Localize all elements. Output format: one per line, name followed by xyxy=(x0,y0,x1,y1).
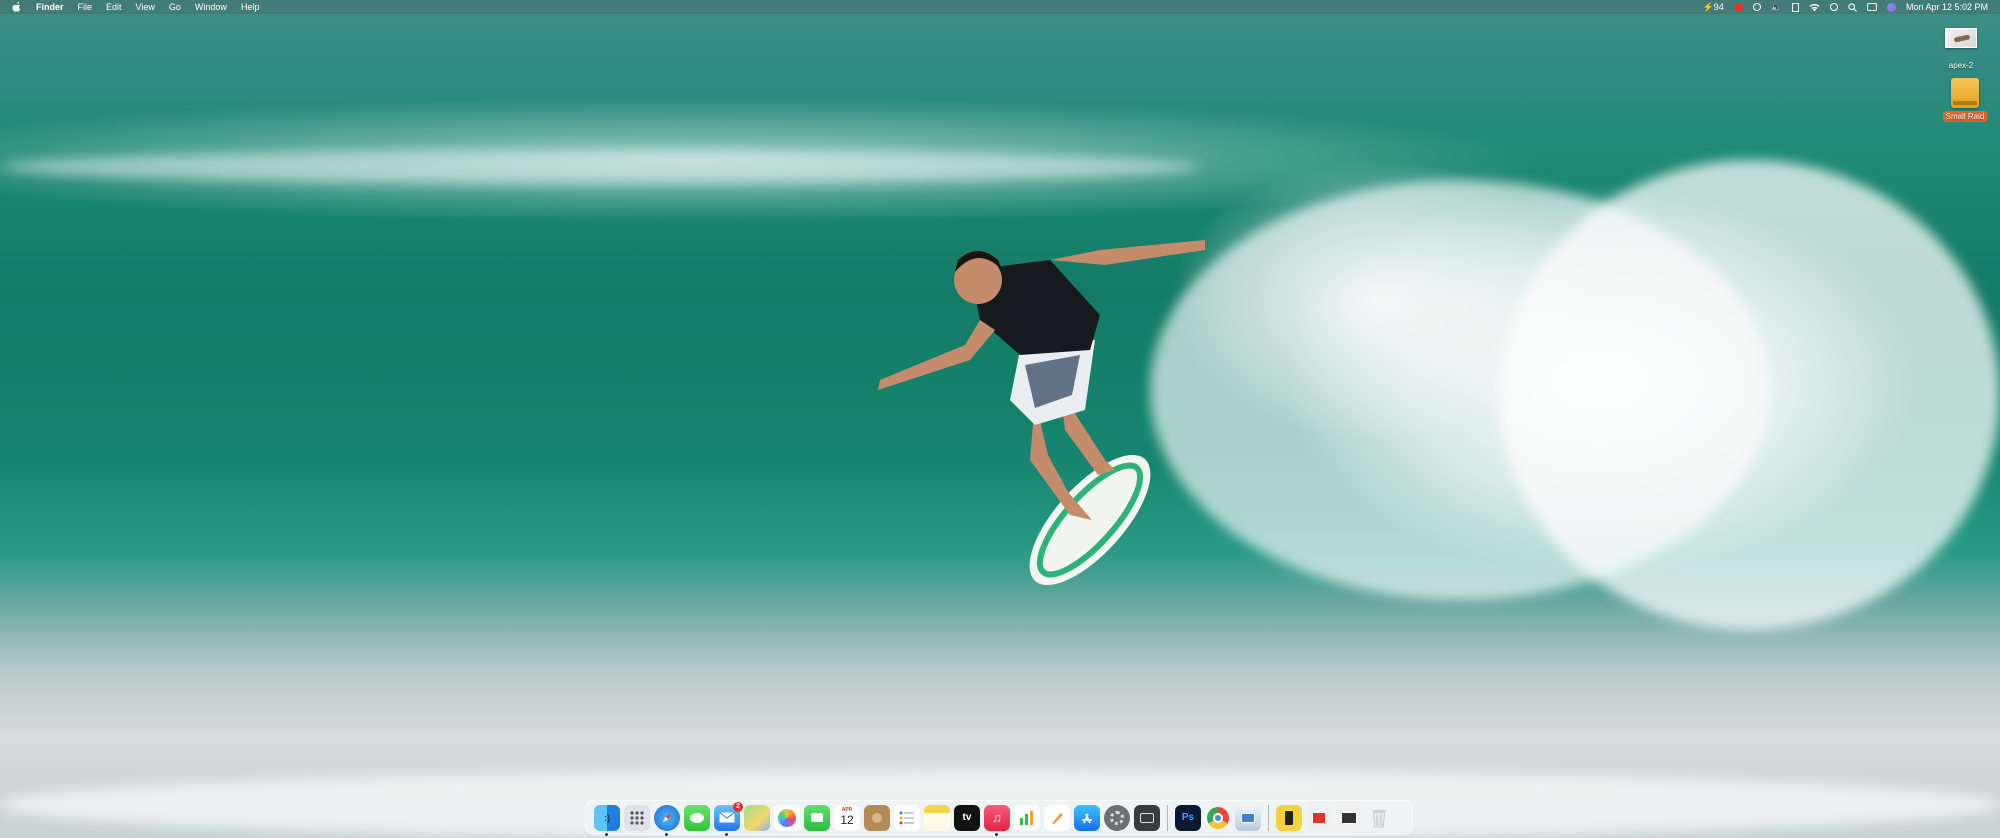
menu-go[interactable]: Go xyxy=(169,2,181,12)
preview-icon[interactable] xyxy=(1235,804,1261,831)
photoshop-label: Ps xyxy=(1181,812,1195,823)
dock-separator xyxy=(1167,804,1168,831)
menu-bar: Finder File Edit View Go Window Help ⚡ 94… xyxy=(0,0,2000,14)
pages-icon[interactable] xyxy=(1044,804,1070,831)
running-indicator xyxy=(665,832,668,836)
volume-icon[interactable]: 🔈 xyxy=(1771,2,1782,13)
facetime-icon[interactable] xyxy=(804,804,830,831)
menu-file[interactable]: File xyxy=(78,2,93,12)
running-indicator xyxy=(725,832,728,836)
yellow-doc-icon[interactable] xyxy=(1276,804,1302,831)
apple-icon[interactable] xyxy=(12,2,22,12)
tv-label: tv xyxy=(962,812,972,823)
system-preferences-icon[interactable] xyxy=(1104,804,1130,831)
messages-icon[interactable] xyxy=(684,804,710,831)
desktop-icon-label: apex-2 xyxy=(1948,61,1974,70)
apple-tv-icon[interactable]: tv xyxy=(954,804,980,831)
documents-stack-icon[interactable] xyxy=(1336,804,1362,831)
screenshot-icon[interactable] xyxy=(1134,804,1160,831)
notes-icon[interactable] xyxy=(924,804,950,831)
reminders-icon[interactable] xyxy=(894,804,920,831)
desktop-icon-label: Small Raid xyxy=(1942,111,1988,122)
dock-separator xyxy=(1268,804,1269,831)
calendar-day: 12 xyxy=(840,812,854,827)
control-center-icon[interactable] xyxy=(1866,3,1877,11)
mail-badge: 2 xyxy=(733,801,743,812)
desktop-drive-small-raid[interactable]: Small Raid xyxy=(1935,78,1995,122)
battery-status[interactable]: ⚡ 94 xyxy=(1703,2,1724,13)
menubar-clock[interactable]: Mon Apr 12 5:02 PM xyxy=(1906,2,1988,12)
dock: :) 2 APR 12 tv ♫ Ps xyxy=(585,800,1413,836)
desktop-file-apex-2[interactable]: apex-2 xyxy=(1931,28,1991,71)
trash-icon[interactable] xyxy=(1366,805,1392,831)
siri-icon[interactable] xyxy=(1886,2,1896,12)
numbers-icon[interactable] xyxy=(1014,804,1040,831)
mail-icon[interactable]: 2 xyxy=(714,801,743,836)
menu-help[interactable]: Help xyxy=(241,2,260,12)
running-indicator xyxy=(605,832,608,836)
menu-app-finder[interactable]: Finder xyxy=(36,2,64,12)
wifi-icon[interactable] xyxy=(1809,3,1820,12)
creative-cloud-icon[interactable] xyxy=(1733,2,1743,12)
finder-icon[interactable]: :) xyxy=(594,804,620,836)
maps-icon[interactable] xyxy=(744,804,770,831)
battery-percent: 94 xyxy=(1713,2,1724,12)
image-file-icon xyxy=(1945,28,1977,48)
document-icon[interactable] xyxy=(1791,2,1799,12)
menu-window[interactable]: Window xyxy=(195,2,227,12)
menu-edit[interactable]: Edit xyxy=(106,2,122,12)
calendar-icon[interactable]: APR 12 xyxy=(834,804,860,831)
app-store-icon[interactable] xyxy=(1074,804,1100,831)
downloads-stack-icon[interactable] xyxy=(1306,804,1332,831)
spotlight-search-icon[interactable] xyxy=(1848,2,1857,12)
photoshop-icon[interactable]: Ps xyxy=(1175,804,1201,831)
chrome-icon[interactable] xyxy=(1205,805,1231,831)
surfer-figure xyxy=(878,240,1205,586)
external-drive-icon xyxy=(1951,78,1979,108)
safari-icon[interactable] xyxy=(654,804,680,836)
menu-view[interactable]: View xyxy=(136,2,155,12)
music-icon[interactable]: ♫ xyxy=(984,804,1010,836)
screen-recording-icon[interactable] xyxy=(1752,3,1761,11)
photos-icon[interactable] xyxy=(774,804,800,831)
contacts-icon[interactable] xyxy=(864,804,890,831)
launchpad-icon[interactable] xyxy=(624,804,650,831)
bolt-icon: ⚡ xyxy=(1702,1,1714,12)
time-machine-icon[interactable] xyxy=(1829,3,1838,11)
running-indicator xyxy=(995,832,998,836)
desktop-wallpaper xyxy=(0,0,2000,838)
